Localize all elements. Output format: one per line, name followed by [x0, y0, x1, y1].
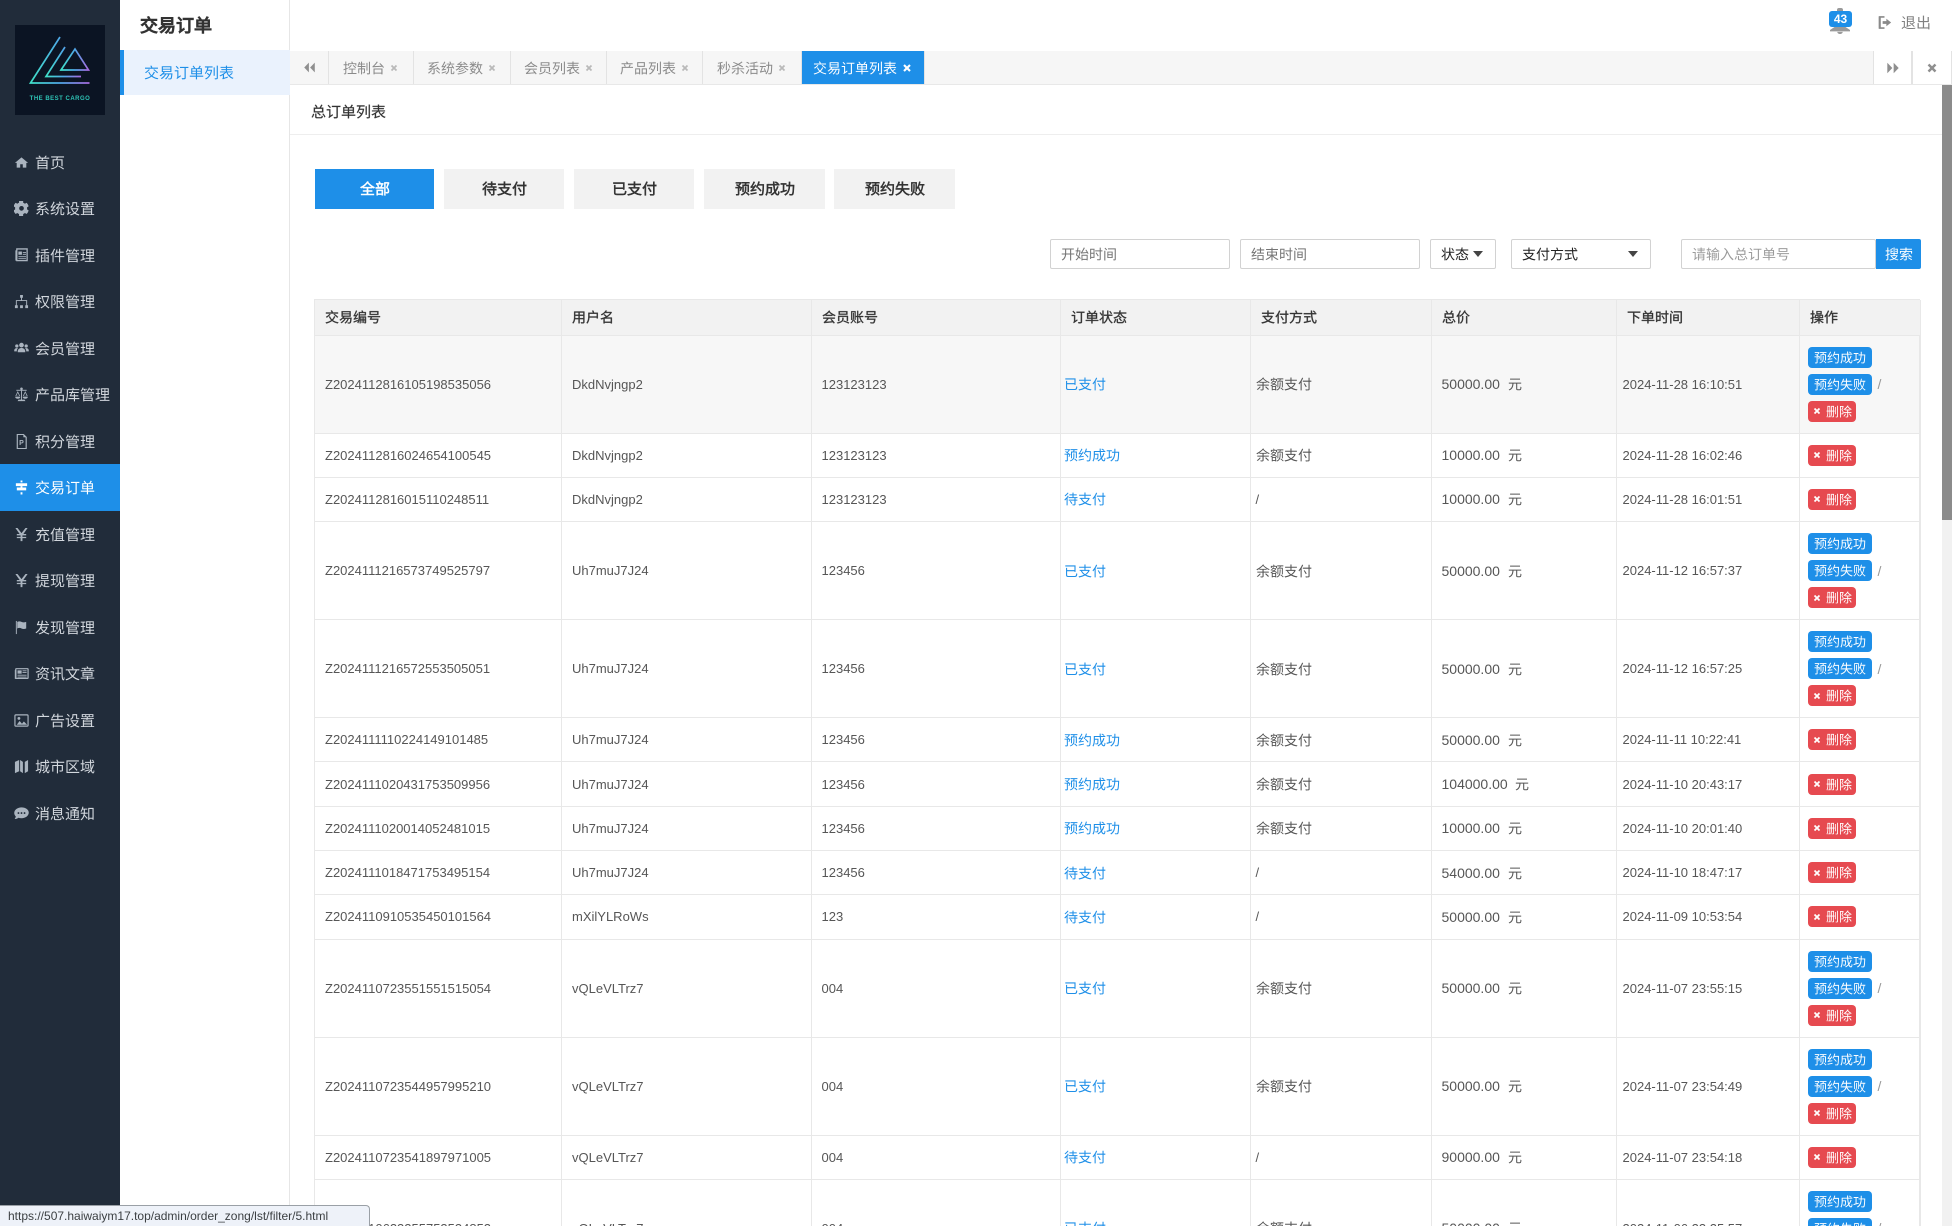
svg-text:P: P — [19, 440, 24, 447]
